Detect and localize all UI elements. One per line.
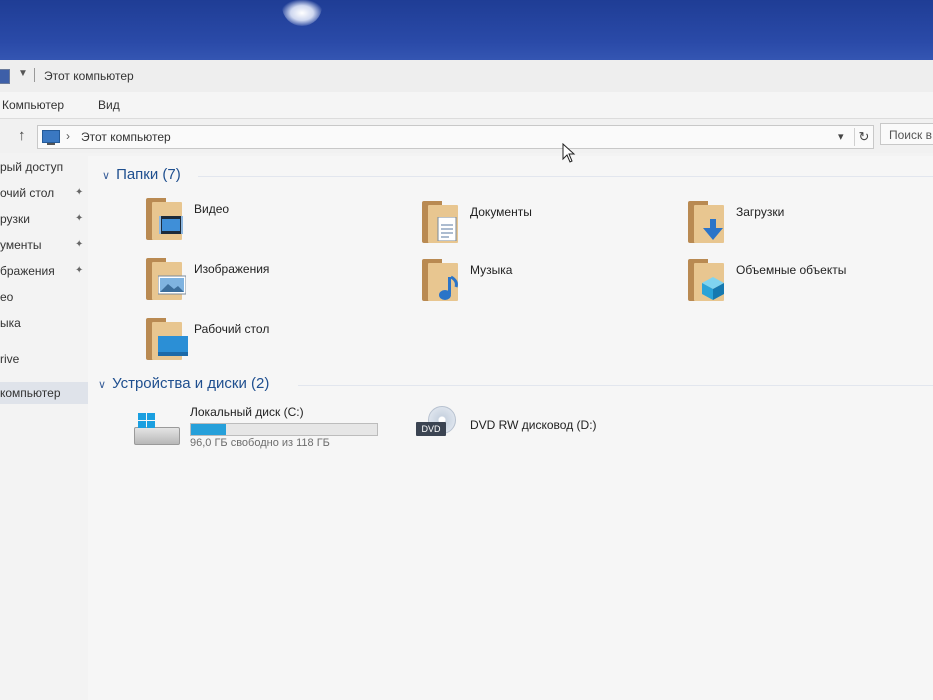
tab-computer[interactable]: Компьютер [2,98,64,112]
chevron-down-icon: ∨ [98,379,107,391]
sidebar-item-onedrive[interactable]: rive [0,348,88,370]
folder-label: Загрузки [736,205,785,219]
breadcrumb-chevron-icon[interactable]: › [66,129,70,143]
refresh-icon[interactable]: ↻ [854,128,873,146]
3d-cube-icon [700,275,726,300]
sidebar-item-documents[interactable]: ументы ✦ [0,234,88,256]
devices-group-title: Устройства и диски (2) [112,375,270,392]
desktop-icon [158,334,188,356]
folder-icon [144,256,188,302]
windows-drive-icon [134,413,180,445]
drive-label: Локальный диск (C:) [190,405,304,419]
folder-icon [420,257,464,303]
pin-icon: ✦ [75,187,84,198]
file-explorer-window: ▼ Этот компьютер Компьютер Вид ↑ › Этот … [0,60,933,700]
search-input[interactable]: Поиск в [880,123,933,145]
address-path[interactable]: Этот компьютер [81,130,171,144]
sidebar-item-label: рузки [0,212,30,226]
drive-dvd-d[interactable]: DVD DVD RW дисковод (D:) [416,406,716,460]
sidebar-item-downloads[interactable]: рузки ✦ [0,208,88,230]
tab-view[interactable]: Вид [98,98,120,112]
sidebar-item-label: очий стол [0,186,55,200]
sidebar-item-label: ументы [0,238,42,252]
video-icon [158,214,184,236]
download-arrow-icon [700,217,726,240]
folder-label: Изображения [194,262,270,276]
folder-label: Документы [470,205,532,219]
content-pane: ∨ Папки (7) Видео Документы Загрузки Изо… [88,156,933,700]
computer-icon [42,130,60,145]
folder-label: Музыка [470,263,513,277]
sidebar-item-label: рый доступ [0,160,64,174]
folder-label: Рабочий стол [194,322,270,336]
drive-label: DVD RW дисковод (D:) [470,418,597,432]
music-note-icon [434,275,460,300]
folder-icon [686,257,730,303]
sidebar-item-label: бражения [0,264,55,278]
dvd-tag: DVD [416,422,446,436]
quick-access-toolbar-icon[interactable] [0,69,10,84]
pin-icon: ✦ [75,239,84,250]
sidebar-item-this-pc[interactable]: компьютер [0,382,88,404]
folder-label: Видео [194,202,230,216]
devices-group-header[interactable]: ∨ Устройства и диски (2) [98,375,269,392]
folder-pictures[interactable]: Изображения [144,256,404,310]
title-separator [34,68,35,82]
disk-free-space: 96,0 ГБ свободно из 118 ГБ [190,437,330,449]
navigation-pane: рый доступ очий стол ✦ рузки ✦ ументы ✦ бра… [0,156,88,700]
navigation-bar: ↑ › Этот компьютер ▾ ↻ Поиск в [0,119,933,153]
ribbon: Компьютер Вид [0,92,933,119]
mouse-cursor-icon [562,143,576,163]
sidebar-item-pictures[interactable]: бражения ✦ [0,260,88,282]
chevron-down-icon: ∨ [102,170,111,182]
up-arrow-icon[interactable]: ↑ [18,127,26,144]
sidebar-item-music[interactable]: ыка [0,312,88,334]
folder-icon [686,199,730,245]
pin-icon: ✦ [75,265,84,276]
sidebar-item-label: ыка [0,316,21,330]
disk-usage-bar [190,423,378,436]
sidebar-item-video[interactable]: ео [0,286,88,308]
window-title: Этот компьютер [44,69,134,83]
sidebar-item-desktop[interactable]: очий стол ✦ [0,182,88,204]
document-icon [434,216,460,242]
folders-group-header[interactable]: ∨ Папки (7) [102,166,181,183]
drive-local-disk-c[interactable]: Локальный диск (C:) 96,0 ГБ свободно из … [134,405,434,459]
folder-icon [420,199,464,245]
folder-music[interactable]: Музыка [420,257,680,311]
sidebar-item-label: ео [0,290,14,304]
windows-logo-icon [138,413,156,429]
picture-icon [157,274,187,296]
sidebar-item-quick-access[interactable]: рый доступ [0,156,88,178]
disk-usage-fill [191,424,226,435]
folders-group-title: Папки (7) [116,166,181,183]
group-divider [298,385,933,386]
folder-video[interactable]: Видео [144,196,404,250]
pin-icon: ✦ [75,213,84,224]
folder-icon [144,196,188,242]
address-dropdown-icon[interactable]: ▾ [838,130,844,143]
group-divider [198,176,933,177]
sidebar-item-label: rive [0,352,20,366]
folder-desktop[interactable]: Рабочий стол [144,316,404,370]
folder-documents[interactable]: Документы [420,199,680,253]
quick-access-dropdown-icon[interactable]: ▼ [18,68,28,79]
sidebar-item-label: компьютер [0,386,61,400]
folder-3d-objects[interactable]: Объемные объекты [686,257,933,311]
folder-downloads[interactable]: Загрузки [686,199,933,253]
folder-icon [144,316,188,362]
address-bar[interactable]: › Этот компьютер ▾ ↻ [37,125,874,149]
dvd-drive-icon: DVD [416,406,456,446]
folder-label: Объемные объекты [736,263,847,277]
title-bar: ▼ Этот компьютер [0,60,933,92]
